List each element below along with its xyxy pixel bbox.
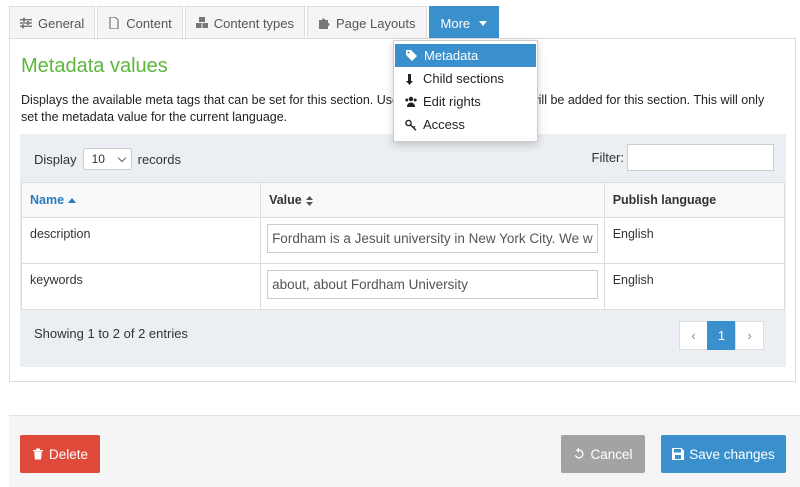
users-icon [405,96,417,107]
filter-control: Filter: [591,144,774,171]
undo-icon [575,448,584,459]
table-wrapper: Display 10 records Filter: Name Value Pu… [20,134,786,367]
page-size-select[interactable]: 10 [82,148,132,170]
table-row: keywords about, about Fordham University… [20,263,786,310]
tab-label: More [440,15,471,31]
sort-icon [305,195,313,206]
column-label: Value [269,193,302,207]
prev-page-button[interactable]: ‹ [679,321,708,350]
next-page-button[interactable]: › [735,321,764,350]
delete-button[interactable]: Delete [20,435,100,473]
filter-input[interactable] [627,144,774,171]
key-icon [405,119,417,131]
sort-asc-icon [68,198,77,204]
menu-item-metadata[interactable]: Metadata [395,44,536,67]
cell-value: about, about Fordham University [260,263,605,310]
page: General Content Content types Page Layou… [0,0,800,487]
page-title: Metadata values [21,55,168,77]
column-label: Publish language [612,193,717,207]
tags-icon [406,49,417,61]
pagination: ‹ 1 › [679,321,764,350]
action-footer: Delete Cancel Save changes [9,415,800,487]
column-header-name[interactable]: Name [20,182,262,218]
value-input[interactable]: about, about Fordham University [267,270,598,299]
menu-item-child-sections[interactable]: Child sections [394,67,537,90]
cell-name: keywords [20,263,262,310]
level-down-icon [406,73,413,85]
menu-item-label: Child sections [423,71,504,86]
records-label: records [137,151,181,167]
page-button[interactable]: 1 [707,321,736,350]
tab-label: Content types [213,15,295,31]
cancel-button[interactable]: Cancel [561,435,645,473]
menu-item-label: Edit rights [423,94,481,109]
more-dropdown-menu: Metadata Child sections Edit rights Acce… [393,40,538,142]
tab-more[interactable]: More [428,6,500,39]
sliders-icon [20,17,32,29]
tab-page-layouts[interactable]: Page Layouts [307,6,427,39]
page-size-value: 10 [91,152,105,166]
button-label: Delete [48,446,89,462]
cell-language: English [603,263,786,310]
cell-name: description [20,217,262,264]
menu-item-label: Access [423,117,465,132]
table-row: description Fordham is a Jesuit universi… [20,217,786,264]
display-label: Display [34,151,77,167]
filter-label: Filter: [591,150,625,165]
trash-icon [32,448,43,460]
button-label: Save changes [689,446,775,462]
menu-item-access[interactable]: Access [394,113,537,136]
cell-language: English [603,217,786,264]
menu-item-label: Metadata [424,48,479,63]
floppy-disk-icon [672,448,685,460]
caret-down-icon [479,20,488,26]
chevron-down-icon [117,153,126,163]
tab-label: Page Layouts [336,15,416,31]
menu-item-edit-rights[interactable]: Edit rights [394,90,537,113]
tab-label: General [38,15,85,31]
puzzle-icon [319,18,330,29]
save-changes-button[interactable]: Save changes [661,435,786,473]
column-header-value[interactable]: Value [260,182,605,218]
button-label: Cancel [590,446,633,462]
column-label: Name [30,193,65,207]
metadata-table: Name Value Publish language description … [20,182,786,310]
tab-content[interactable]: Content [97,6,183,39]
cubes-icon [195,17,208,28]
column-header-language[interactable]: Publish language [603,182,786,218]
cell-value: Fordham is a Jesuit university in New Yo… [260,217,605,264]
tab-label: Content [126,15,172,31]
table-header-row: Name Value Publish language [20,182,786,218]
tab-general[interactable]: General [9,6,96,39]
document-icon [109,17,119,29]
value-input[interactable]: Fordham is a Jesuit university in New Yo… [267,224,598,253]
entries-info: Showing 1 to 2 of 2 entries [34,326,188,341]
tab-bar: General Content Content types Page Layou… [9,6,501,39]
tab-content-types[interactable]: Content types [184,6,306,39]
page-size-control: Display 10 records [34,148,181,170]
